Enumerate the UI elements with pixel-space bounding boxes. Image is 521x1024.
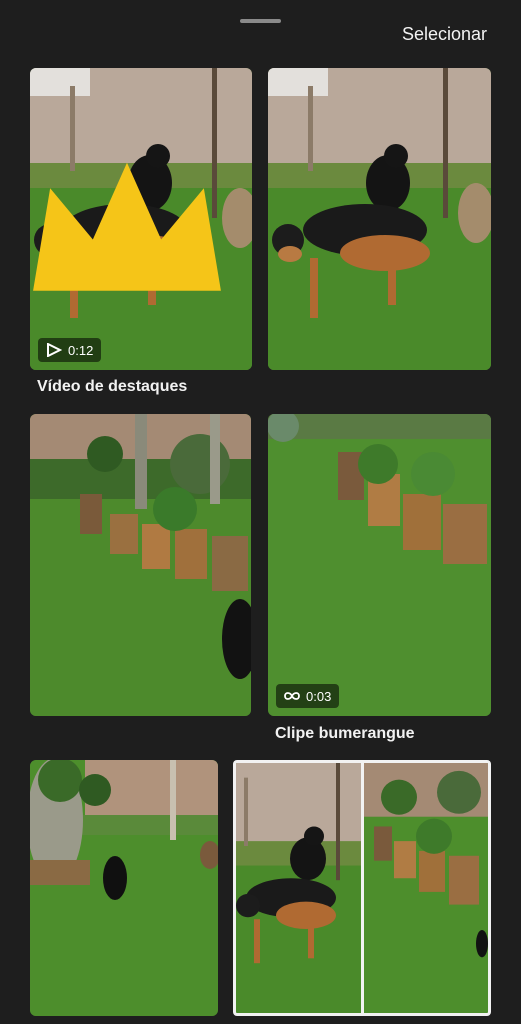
drag-handle[interactable]	[240, 19, 281, 23]
garden-photo	[364, 763, 488, 1013]
photo-thumbnail[interactable]	[268, 68, 491, 370]
select-button[interactable]: Selecionar	[402, 24, 487, 45]
duration-text: 0:03	[306, 688, 332, 704]
yard-dog-photo	[30, 760, 218, 1016]
sheet-header: Selecionar	[0, 0, 521, 66]
duration-badge: 0:03	[276, 684, 340, 708]
garden-photo	[30, 414, 251, 716]
play-icon	[47, 343, 62, 357]
duration-badge: 0:12	[38, 338, 102, 362]
infinity-icon	[284, 692, 300, 700]
garden-blur-photo	[268, 414, 491, 716]
duration-text: 0:12	[68, 342, 94, 358]
dogs-yard-photo	[268, 68, 491, 370]
photo-thumbnail[interactable]	[30, 414, 251, 716]
dogs-yard-photo	[236, 763, 361, 1013]
boomerang-clip-thumbnail[interactable]: 0:03	[268, 414, 491, 716]
highlights-video-thumbnail[interactable]: 0:12	[30, 68, 252, 370]
collage-left-photo	[236, 763, 361, 1013]
collage-thumbnail[interactable]	[233, 760, 491, 1016]
collage-right-photo	[364, 763, 488, 1013]
boomerang-clip-caption[interactable]: Clipe bumerangue	[275, 725, 415, 743]
crown-icon	[33, 162, 221, 291]
photo-thumbnail[interactable]	[30, 760, 218, 1016]
highlights-video-caption[interactable]: Vídeo de destaques	[37, 378, 187, 396]
